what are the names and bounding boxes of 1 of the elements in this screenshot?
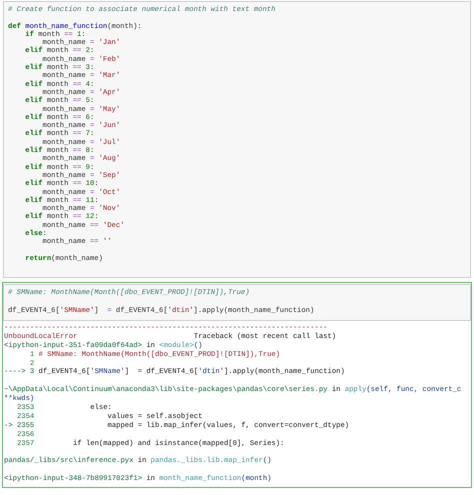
notebook-cell[interactable] [2, 282, 472, 488]
